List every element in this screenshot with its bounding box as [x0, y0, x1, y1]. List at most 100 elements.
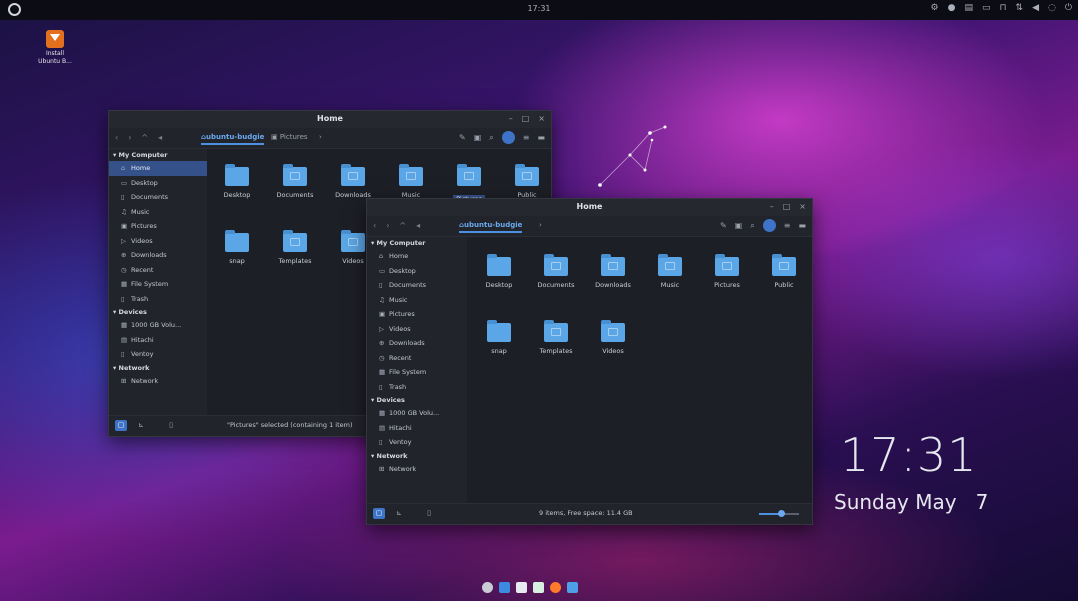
sidebar-item[interactable]: ▷ Videos — [109, 234, 207, 249]
sidebar-item[interactable]: ⊞ Network — [367, 462, 467, 477]
notifications-icon[interactable]: ◌ — [1048, 3, 1056, 13]
new-folder-icon[interactable]: ▣ — [474, 133, 482, 142]
compact-view-icon[interactable]: ▬ — [798, 221, 806, 230]
breadcrumb-left-button[interactable]: ◂ — [416, 221, 420, 230]
file-item[interactable]: Videos — [585, 320, 641, 355]
text-editor-icon[interactable] — [516, 582, 527, 593]
breadcrumb-pictures[interactable]: ▣ Pictures — [271, 133, 308, 141]
edit-path-icon[interactable]: ✎ — [459, 133, 466, 142]
places-sidebar-button[interactable]: ▢ — [115, 420, 127, 431]
list-view-icon[interactable]: ≡ — [784, 221, 791, 230]
edit-path-icon[interactable]: ✎ — [720, 221, 727, 230]
sidebar-item[interactable]: ⊕ Downloads — [109, 248, 207, 263]
sidebar-item[interactable]: ▦ 1000 GB Volu... — [367, 406, 467, 421]
panel-clock[interactable]: 17:31 — [0, 4, 1078, 13]
breadcrumb-right-button[interactable]: › — [539, 221, 542, 229]
up-button[interactable]: ^ — [399, 221, 406, 230]
file-item[interactable]: Music — [383, 164, 439, 199]
zoom-slider-knob[interactable] — [778, 510, 785, 517]
new-folder-icon[interactable]: ▣ — [735, 221, 743, 230]
sidebar-item[interactable]: ▯ Documents — [109, 190, 207, 205]
sidebar-item[interactable]: ▯ Ventoy — [367, 435, 467, 450]
sidebar-section-header[interactable]: ▾ Devices — [367, 394, 467, 406]
file-item[interactable]: Documents — [267, 164, 323, 199]
window-titlebar[interactable]: Home – □ × — [109, 111, 551, 128]
sidebar-section-header[interactable]: ▾ My Computer — [367, 237, 467, 249]
tree-sidebar-button[interactable]: ⊾ — [135, 420, 147, 431]
search-icon[interactable]: ⌕ — [489, 133, 493, 143]
file-item[interactable]: Templates — [528, 320, 584, 355]
back-button[interactable]: ‹ — [373, 221, 376, 230]
hide-sidebar-button[interactable]: ▯ — [423, 508, 435, 519]
minimize-button[interactable]: – — [509, 114, 513, 123]
display-icon[interactable]: ▭ — [982, 3, 991, 13]
up-button[interactable]: ^ — [141, 133, 148, 142]
close-button[interactable]: × — [799, 202, 806, 211]
sidebar-item[interactable]: ⌂ Home — [367, 249, 467, 264]
file-item[interactable]: Documents — [528, 254, 584, 289]
tree-sidebar-button[interactable]: ⊾ — [393, 508, 405, 519]
sidebar-item[interactable]: ⊞ Network — [109, 374, 207, 389]
sidebar-item[interactable]: ▦ File System — [109, 277, 207, 292]
maximize-button[interactable]: □ — [783, 202, 791, 211]
sidebar-section-header[interactable]: ▾ Devices — [109, 306, 207, 318]
breadcrumb-home[interactable]: ⌂ubuntu-budgie — [201, 133, 265, 145]
sidebar-item[interactable]: ▯ Ventoy — [109, 347, 207, 362]
sidebar-item[interactable]: ▭ Desktop — [109, 176, 207, 191]
file-item[interactable]: Downloads — [325, 164, 381, 199]
back-button[interactable]: ‹ — [115, 133, 118, 142]
lock-icon[interactable]: ⊓ — [1000, 3, 1007, 13]
sidebar-item[interactable]: ♫ Music — [109, 205, 207, 220]
file-item[interactable]: Templates — [267, 230, 323, 265]
sidebar-section-header[interactable]: ▾ Network — [109, 362, 207, 374]
power-icon[interactable]: ⏻ — [1065, 3, 1072, 13]
sidebar-item[interactable]: ▭ Desktop — [367, 264, 467, 279]
sidebar-item[interactable]: ◷ Recent — [109, 263, 207, 278]
sidebar-item[interactable]: ▤ Hitachi — [367, 421, 467, 436]
file-manager-window-front[interactable]: Home – □ × ‹ › ^ ◂ ⌂ubuntu-budgie › ✎ ▣ … — [366, 198, 813, 525]
search-icon[interactable]: ⌕ — [750, 221, 754, 231]
icon-view-button[interactable] — [762, 219, 776, 232]
files-icon[interactable] — [499, 582, 510, 593]
network-icon[interactable]: ⇅ — [1016, 3, 1024, 13]
file-item[interactable]: Music — [642, 254, 698, 289]
sidebar-item[interactable]: ▣ Pictures — [367, 307, 467, 322]
sidebar-item[interactable]: ▦ 1000 GB Volu... — [109, 318, 207, 333]
file-item[interactable]: snap — [471, 320, 527, 355]
sidebar-item[interactable]: ▤ Hitachi — [109, 333, 207, 348]
file-item[interactable]: snap — [209, 230, 265, 265]
desktop-icon-install-ubuntu[interactable]: Install Ubuntu B... — [34, 30, 76, 66]
sidebar-item[interactable]: ♫ Music — [367, 293, 467, 308]
file-item[interactable]: Public — [756, 254, 812, 289]
sidebar-section-header[interactable]: ▾ Network — [367, 450, 467, 462]
file-item[interactable]: Pictures — [699, 254, 755, 289]
sidebar-item[interactable]: ⊕ Downloads — [367, 336, 467, 351]
sidebar-item[interactable]: ▷ Videos — [367, 322, 467, 337]
volume-icon[interactable]: ◀ — [1032, 3, 1039, 13]
maximize-button[interactable]: □ — [522, 114, 530, 123]
places-sidebar-button[interactable]: ▢ — [373, 508, 385, 519]
breadcrumb-home[interactable]: ⌂ubuntu-budgie — [459, 221, 523, 233]
document-icon[interactable] — [533, 582, 544, 593]
forward-button[interactable]: › — [128, 133, 131, 142]
window-titlebar[interactable]: Home – □ × — [367, 199, 812, 216]
file-item[interactable]: Public — [499, 164, 551, 199]
file-item[interactable]: Desktop — [471, 254, 527, 289]
sidebar-section-header[interactable]: ▾ My Computer — [109, 149, 207, 161]
hide-sidebar-button[interactable]: ▯ — [165, 420, 177, 431]
file-item[interactable]: Downloads — [585, 254, 641, 289]
file-item[interactable]: Desktop — [209, 164, 265, 199]
minimize-button[interactable]: – — [770, 202, 774, 211]
sidebar-item[interactable]: ⌂ Home — [109, 161, 207, 176]
list-view-icon[interactable]: ≡ — [523, 133, 530, 142]
sidebar-item[interactable]: ▣ Pictures — [109, 219, 207, 234]
folder-icon[interactable] — [567, 582, 578, 593]
sidebar-item[interactable]: ▦ File System — [367, 365, 467, 380]
budgie-menu-icon[interactable] — [482, 582, 493, 593]
close-button[interactable]: × — [538, 114, 545, 123]
compact-view-icon[interactable]: ▬ — [537, 133, 545, 142]
breadcrumb-right-button[interactable]: › — [319, 133, 322, 141]
forward-button[interactable]: › — [386, 221, 389, 230]
bluetooth-icon[interactable]: ● — [948, 3, 956, 13]
firefox-icon[interactable] — [550, 582, 561, 593]
